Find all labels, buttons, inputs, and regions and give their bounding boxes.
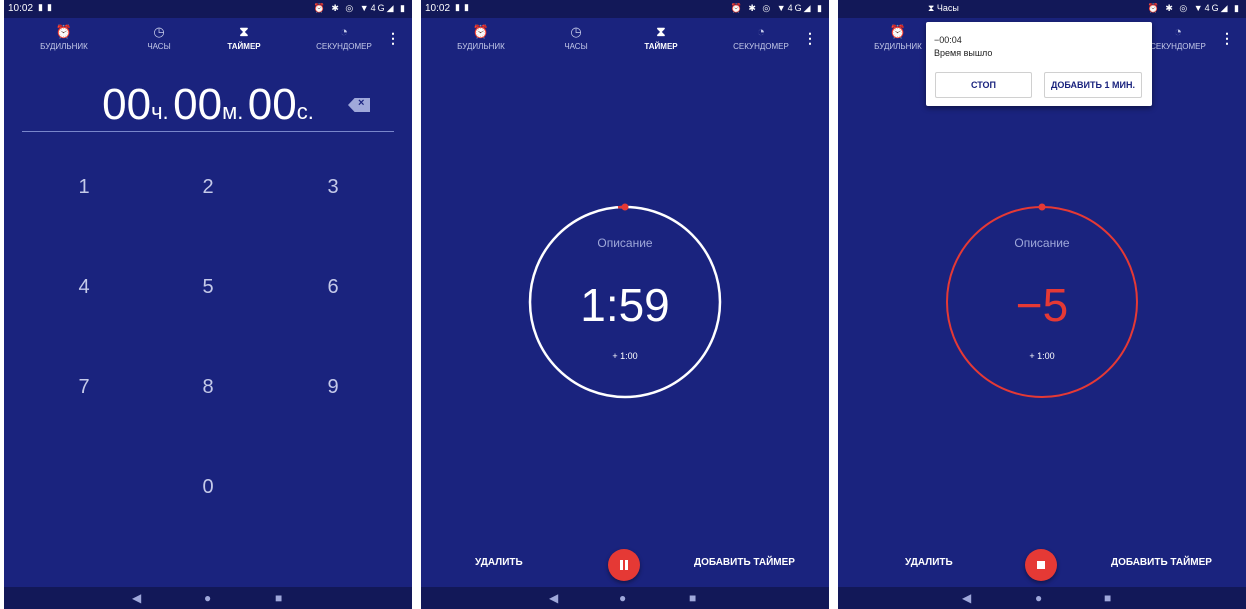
pause-button[interactable] [608,549,640,581]
status-bar: 10:02 ▮▮ ⏰ ✱ ◎ ▼4G◢ ▮ [421,0,829,18]
recents-icon[interactable]: ■ [1104,591,1111,605]
tab-stopwatch[interactable]: ◔ СЕКУНДОМЕР [294,18,394,64]
digit-key-1[interactable]: 1 [54,167,114,207]
stop-icon [1037,561,1045,569]
recents-icon[interactable]: ■ [689,591,696,605]
hourglass-icon: ⧗ [239,24,249,39]
digit-key-7[interactable]: 7 [54,367,114,407]
timer-notification: −00:04 Время вышло СТОП ДОБАВИТЬ 1 МИН. [926,22,1152,106]
navigation-bar: ◀ ● ■ [838,587,1246,609]
digit-key-0[interactable]: 0 [178,467,238,507]
notification-elapsed: −00:04 [934,35,962,45]
add-timer-button[interactable]: ДОБАВИТЬ ТАЙМЕР [1111,557,1212,568]
status-notification: ⧗ Часы [928,3,959,13]
navigation-bar: ◀ ● ■ [421,587,829,609]
alarm-icon: ⏰ [472,24,490,39]
overflow-menu-icon[interactable]: ⋮ [803,30,817,47]
system-status-icons: ⏰ ✱ ◎ ▼4G◢ ▮ [730,3,824,13]
tab-bar: ⏰ БУДИЛЬНИК ◷ ЧАСЫ ⧗ ТАЙМЕР ◔ СЕКУНДОМЕР [421,18,829,64]
navigation-bar: ◀ ● ■ [4,587,412,609]
stopwatch-icon: ◔ [340,24,348,39]
home-icon[interactable]: ● [619,591,626,605]
status-time: 10:02 [8,3,34,14]
timer-label[interactable]: Описание [421,236,829,250]
notification-add-minute-button[interactable]: ДОБАВИТЬ 1 МИН. [1044,72,1142,98]
tab-timer[interactable]: ⧗ ТАЙМЕР [194,18,294,64]
status-bar: 10:02 ▮▮ ⏰ ✱ ◎ ▼4G◢ ▮ [4,0,412,18]
status-time: 10:02 [425,3,451,14]
tab-timer[interactable]: ⧗ ТАЙМЕР [611,18,711,64]
add-minute-button[interactable]: + 1:00 [838,351,1246,361]
digit-key-6[interactable]: 6 [303,267,363,307]
notification-icons: ▮▮ [455,2,473,12]
alarm-icon: ⏰ [55,24,73,39]
home-icon[interactable]: ● [204,591,211,605]
notification-stop-button[interactable]: СТОП [935,72,1032,98]
tab-alarm[interactable]: ⏰ БУДИЛЬНИК [14,18,114,64]
timer-setup-screen: 10:02 ▮▮ ⏰ ✱ ◎ ▼4G◢ ▮ ⏰ БУДИЛЬНИК ◷ ЧАСЫ ⧗… [4,0,412,609]
back-icon[interactable]: ◀ [549,591,558,605]
stop-button[interactable] [1025,549,1057,581]
overflow-menu-icon[interactable]: ⋮ [1220,30,1234,47]
ring-progress-dot [1038,203,1046,211]
delete-button[interactable]: УДАЛИТЬ [475,557,523,568]
tab-stopwatch[interactable]: ◔ СЕКУНДОМЕР [711,18,811,64]
timer-overtime: −5 [1015,279,1069,331]
digit-key-9[interactable]: 9 [303,367,363,407]
timer-label[interactable]: Описание [838,236,1246,250]
notification-icons: ▮▮ [38,2,56,12]
stopwatch-icon: ◔ [757,24,765,39]
recents-icon[interactable]: ■ [275,591,282,605]
system-status-icons: ⏰ ✱ ◎ ▼4G◢ ▮ [1147,3,1241,13]
pause-icon [620,560,628,570]
overflow-menu-icon[interactable]: ⋮ [386,30,400,47]
add-minute-button[interactable]: + 1:00 [421,351,829,361]
digit-key-3[interactable]: 3 [303,167,363,207]
delete-button[interactable]: УДАЛИТЬ [905,557,953,568]
status-bar: ⧗ Часы ⏰ ✱ ◎ ▼4G◢ ▮ [838,0,1246,18]
back-icon[interactable]: ◀ [962,591,971,605]
timer-remaining: 1:59 [580,279,670,331]
add-timer-button[interactable]: ДОБАВИТЬ ТАЙМЕР [694,557,795,568]
home-icon[interactable]: ● [1035,591,1042,605]
back-icon[interactable]: ◀ [132,591,141,605]
notification-message: Время вышло [934,48,993,58]
digit-key-4[interactable]: 4 [54,267,114,307]
digit-key-5[interactable]: 5 [178,267,238,307]
entry-divider [22,131,394,132]
digit-key-2[interactable]: 2 [178,167,238,207]
timer-running-screen: 10:02 ▮▮ ⏰ ✱ ◎ ▼4G◢ ▮ ⏰ БУДИЛЬНИК ◷ ЧАСЫ ⧗… [421,0,829,609]
digit-key-8[interactable]: 8 [178,367,238,407]
timer-expired-screen: ⧗ Часы ⏰ ✱ ◎ ▼4G◢ ▮ ⏰ БУДИЛЬНИК ◔ СЕКУНДОМ… [838,0,1246,609]
tab-alarm[interactable]: ⏰ БУДИЛЬНИК [431,18,531,64]
hourglass-icon: ⧗ [656,24,666,39]
system-status-icons: ⏰ ✱ ◎ ▼4G◢ ▮ [313,3,407,13]
tab-bar: ⏰ БУДИЛЬНИК ◷ ЧАСЫ ⧗ ТАЙМЕР ◔ СЕКУНДОМЕР [4,18,412,64]
